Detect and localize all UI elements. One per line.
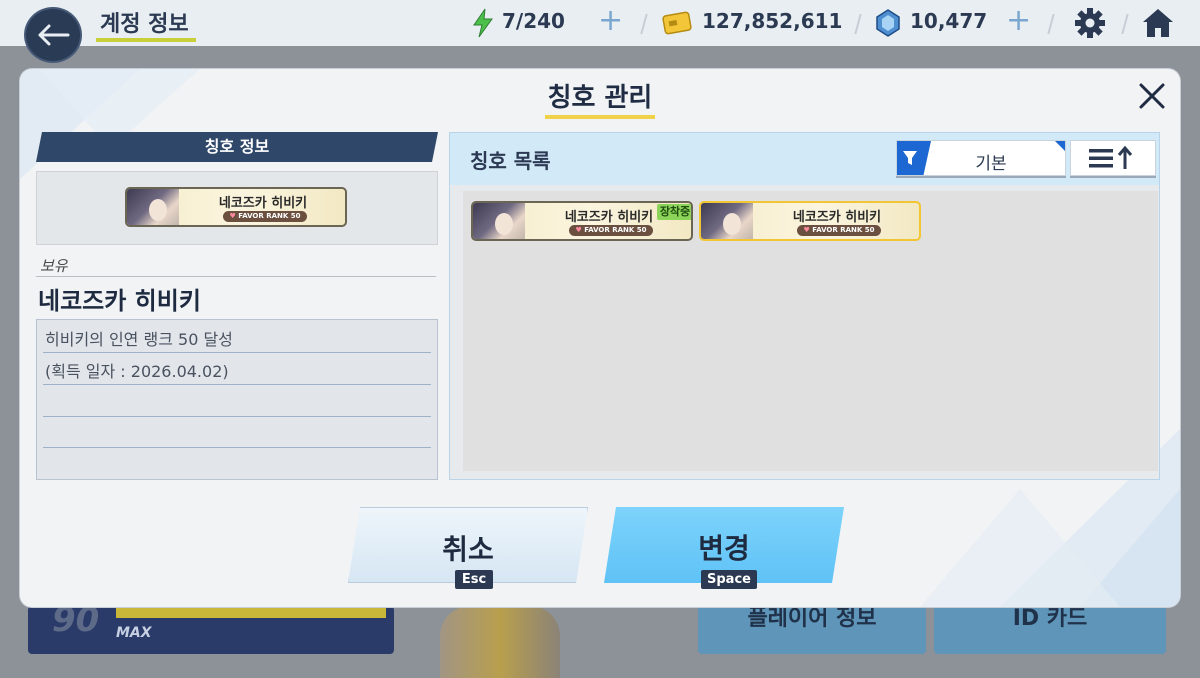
title-list: 네코즈카 히비키 ♥ FAVOR RANK 50 장착중 네코즈카 히비키 ♥ …	[463, 191, 1158, 471]
character-portrait	[701, 203, 753, 239]
title-manage-dialog: 칭호 관리 칭호 정보 네코즈카 히비키 ♥ FAVOR RANK 50 보유 …	[20, 69, 1180, 607]
title-list-label: 칭호 목록	[470, 149, 551, 173]
divider	[1121, 14, 1129, 34]
title-description: 히비키의 인연 랭크 50 달성	[45, 330, 233, 349]
filter-icon	[897, 141, 931, 175]
title-list-header: 칭호 목록 기본	[450, 133, 1159, 185]
title-plate-item-selected[interactable]: 네코즈카 히비키 ♥ FAVOR RANK 50	[699, 201, 921, 241]
favor-rank-badge: ♥ FAVOR RANK 50	[569, 225, 653, 236]
player-info-button[interactable]: 플레이어 정보	[698, 606, 926, 654]
equipped-badge: 장착중	[657, 204, 691, 220]
title-preview: 네코즈카 히비키 ♥ FAVOR RANK 50	[36, 171, 438, 245]
plate-name: 네코즈카 히비키	[218, 196, 308, 211]
back-button[interactable]	[24, 7, 82, 63]
divider	[43, 352, 431, 353]
preview-title-plate: 네코즈카 히비키 ♥ FAVOR RANK 50	[125, 187, 347, 227]
filter-label: 기본	[975, 154, 1007, 174]
page-title-underline	[96, 38, 196, 42]
lightning-icon	[473, 8, 493, 38]
title-list-panel: 칭호 목록 기본 네코즈카 히비키 ♥ FAVOR RANK 50 장착중 네코…	[449, 132, 1160, 480]
gear-icon[interactable]	[1073, 6, 1107, 40]
heart-icon: ♥	[803, 226, 810, 234]
stamina-value: 7/240	[502, 9, 565, 33]
title-description-box: 히비키의 인연 랭크 50 달성 (획득 일자 : 2026.04.02)	[36, 319, 438, 480]
cancel-label: 취소	[442, 533, 494, 566]
favor-rank-badge: ♥ FAVOR RANK 50	[223, 211, 307, 222]
id-card-label: ID 카드	[1012, 606, 1088, 631]
character-portrait	[473, 203, 525, 239]
page-title: 계정 정보	[100, 12, 189, 37]
divider	[43, 384, 431, 385]
divider	[43, 447, 431, 448]
divider	[854, 14, 862, 34]
top-bar: 계정 정보 7/240 + 127,852,611 10,477 +	[0, 0, 1200, 46]
esc-key-hint: Esc	[455, 570, 493, 589]
divider	[36, 276, 436, 277]
sort-icon	[1089, 145, 1133, 169]
gems-value: 10,477	[910, 9, 988, 33]
divider	[43, 416, 431, 417]
dialog-title-underline	[545, 115, 655, 119]
filter-button[interactable]: 기본	[896, 140, 1066, 176]
selected-title-name: 네코즈카 히비키	[38, 287, 201, 315]
add-gems-button[interactable]: +	[1006, 6, 1031, 36]
favor-rank-badge: ♥ FAVOR RANK 50	[797, 225, 881, 236]
id-card-button[interactable]: ID 카드	[934, 606, 1166, 654]
title-info-header: 칭호 정보	[36, 132, 438, 162]
divider	[640, 14, 648, 34]
change-label: 변경	[698, 532, 750, 565]
filter-corner-mark	[1055, 141, 1065, 151]
level-max-label: MAX	[116, 625, 152, 641]
gem-icon	[876, 9, 900, 37]
title-plate-item[interactable]: 네코즈카 히비키 ♥ FAVOR RANK 50 장착중	[471, 201, 693, 241]
space-key-hint: Space	[701, 570, 757, 589]
plate-name: 네코즈카 히비키	[792, 210, 882, 225]
player-info-label: 플레이어 정보	[747, 606, 877, 631]
heart-icon: ♥	[229, 212, 236, 220]
sort-button[interactable]	[1070, 140, 1156, 176]
add-stamina-button[interactable]: +	[598, 6, 623, 36]
home-icon[interactable]	[1140, 6, 1176, 40]
divider	[1047, 14, 1055, 34]
close-icon[interactable]	[1137, 81, 1167, 111]
credit-card-icon	[662, 11, 692, 35]
character-illustration	[440, 606, 560, 678]
back-arrow-icon	[38, 24, 70, 46]
acquired-date: (획득 일자 : 2026.04.02)	[45, 362, 229, 381]
credits-value: 127,852,611	[702, 9, 843, 33]
character-portrait	[127, 189, 179, 225]
dialog-title: 칭호 관리	[547, 83, 653, 113]
owned-label: 보유	[40, 257, 68, 275]
heart-icon: ♥	[575, 226, 582, 234]
level-bar	[116, 608, 386, 618]
